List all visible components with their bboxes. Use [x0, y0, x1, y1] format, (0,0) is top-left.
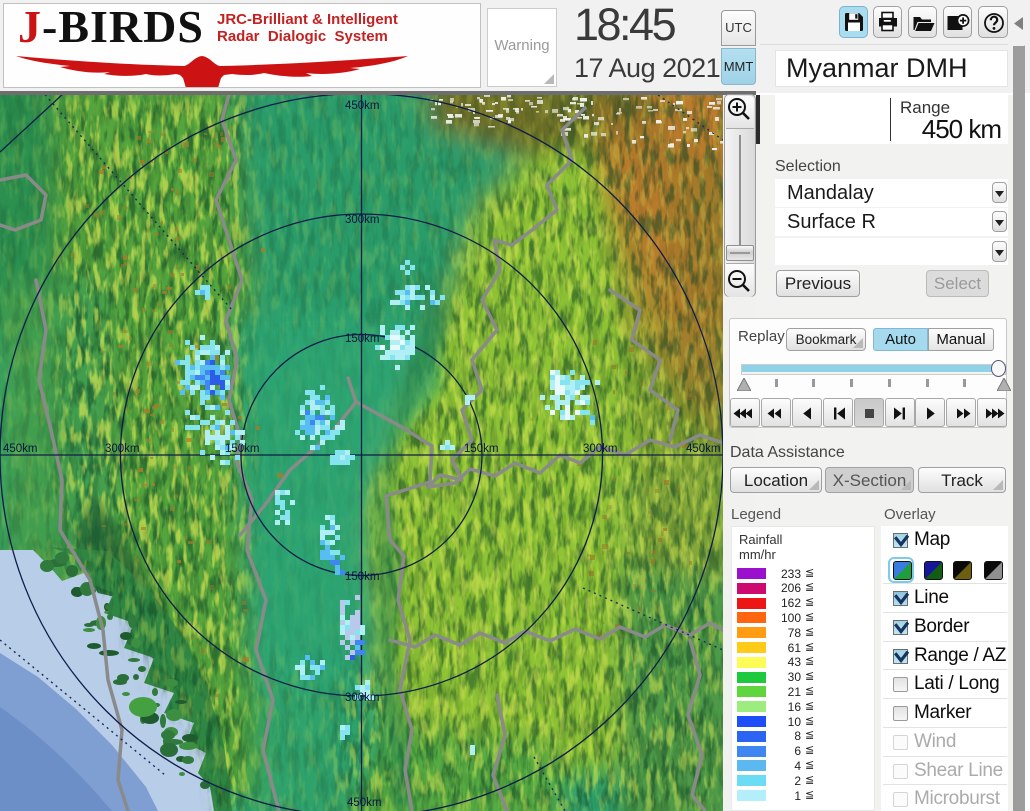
- svg-text:300km: 300km: [345, 692, 380, 704]
- svg-text:450km: 450km: [686, 443, 721, 455]
- svg-text:150km: 150km: [464, 443, 499, 455]
- svg-text:150km: 150km: [345, 571, 380, 583]
- svg-text:300km: 300km: [345, 214, 380, 226]
- svg-text:450km: 450km: [347, 797, 382, 809]
- svg-text:450km: 450km: [345, 100, 380, 112]
- svg-text:300km: 300km: [583, 443, 618, 455]
- svg-text:450km: 450km: [3, 443, 38, 455]
- svg-text:300km: 300km: [105, 443, 140, 455]
- svg-text:150km: 150km: [345, 333, 380, 345]
- svg-text:150km: 150km: [225, 443, 260, 455]
